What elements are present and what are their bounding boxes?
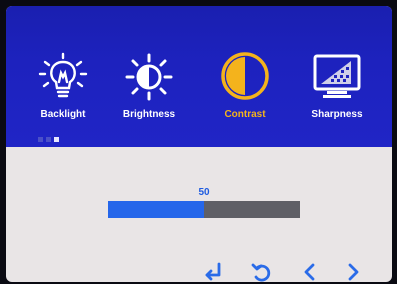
back-icon bbox=[250, 263, 272, 282]
menu-label-backlight: Backlight bbox=[40, 109, 86, 120]
osd-screen: Backlight Brightness Contrast Sharpness … bbox=[6, 6, 392, 282]
page-dot-active bbox=[54, 137, 59, 142]
osd-menu-header: Backlight Brightness Contrast Sharpness bbox=[6, 6, 392, 147]
menu-item-brightness[interactable]: Brightness bbox=[108, 52, 190, 132]
sharpness-monitor-icon bbox=[311, 52, 363, 107]
page-dot bbox=[46, 137, 51, 142]
menu-item-sharpness[interactable]: Sharpness bbox=[296, 52, 378, 132]
menu-label-contrast: Contrast bbox=[224, 109, 266, 120]
enter-button[interactable] bbox=[202, 260, 224, 282]
right-arrow-icon bbox=[342, 263, 364, 282]
page-indicator bbox=[38, 137, 59, 142]
right-arrow-button[interactable] bbox=[342, 260, 364, 282]
menu-item-contrast[interactable]: Contrast bbox=[204, 52, 286, 132]
enter-icon bbox=[202, 262, 224, 282]
lightbulb-icon bbox=[37, 52, 89, 107]
menu-label-brightness: Brightness bbox=[122, 109, 176, 120]
sun-icon bbox=[123, 52, 175, 107]
page-dot bbox=[38, 137, 43, 142]
slider-value: 50 bbox=[198, 187, 210, 198]
left-arrow-icon bbox=[299, 263, 321, 282]
left-arrow-button[interactable] bbox=[299, 260, 321, 282]
back-button[interactable] bbox=[250, 260, 272, 282]
menu-label-sharpness: Sharpness bbox=[311, 109, 363, 120]
contrast-icon bbox=[219, 52, 271, 107]
slider-track[interactable] bbox=[108, 201, 300, 218]
menu-item-backlight[interactable]: Backlight bbox=[22, 52, 104, 132]
slider-fill bbox=[108, 201, 204, 218]
